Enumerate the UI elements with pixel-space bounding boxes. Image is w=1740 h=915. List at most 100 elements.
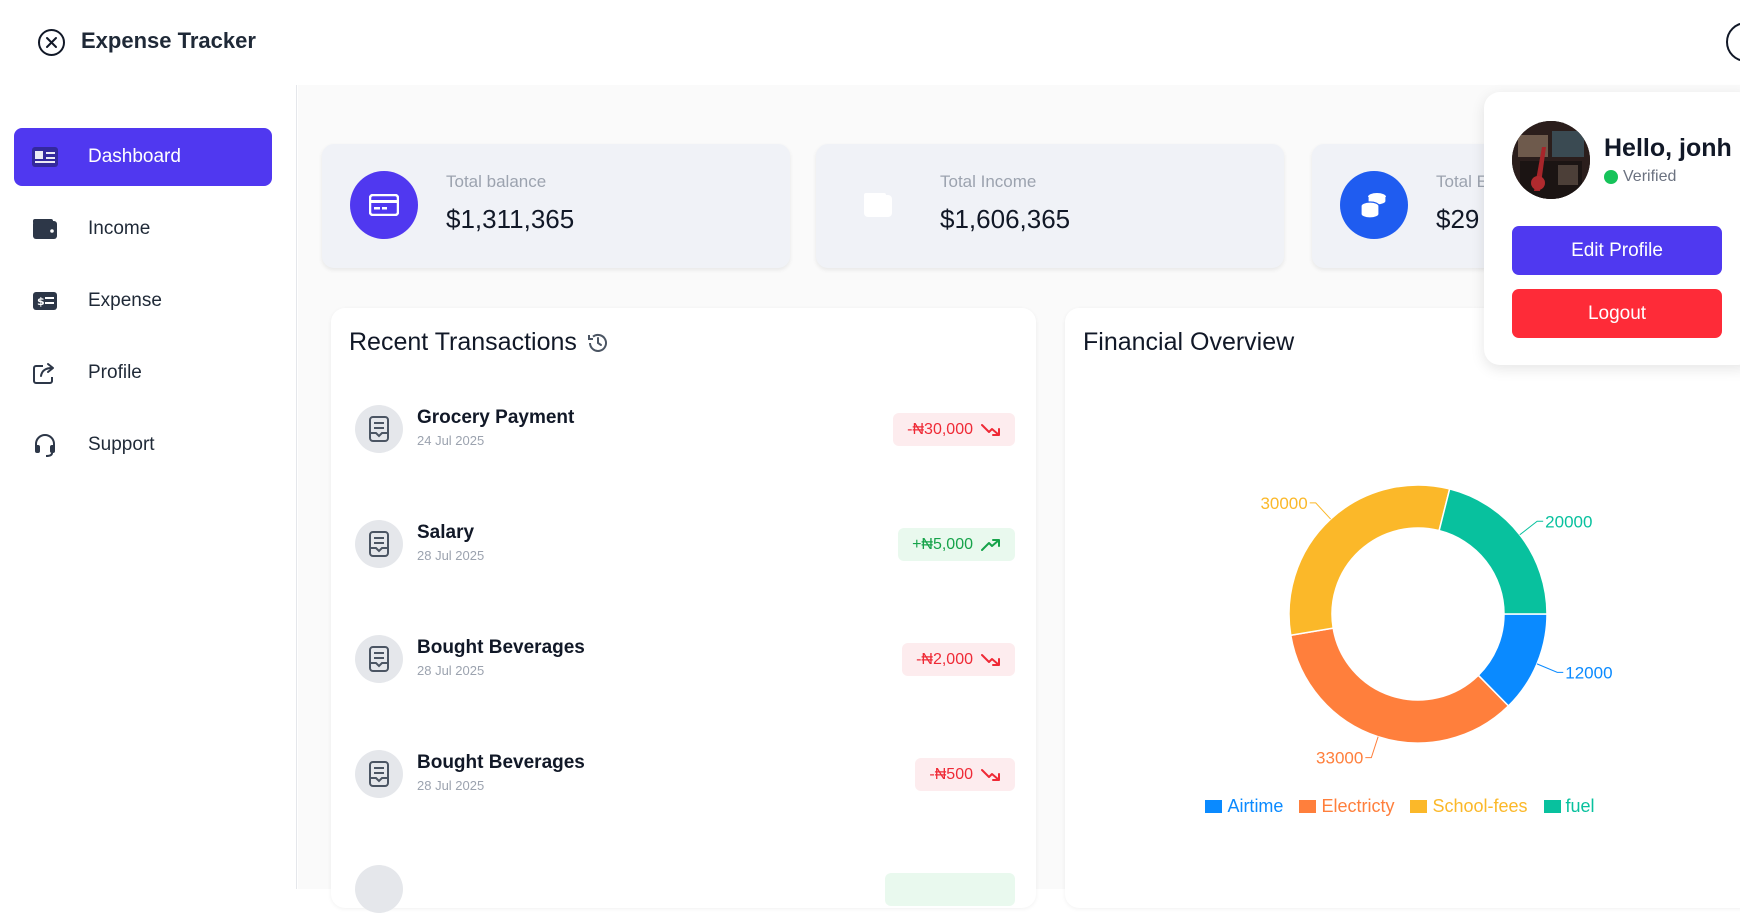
legend-item[interactable]: School-fees (1410, 796, 1528, 817)
stat-value: $1,311,365 (446, 204, 575, 234)
stat-label: Total E (1436, 172, 1488, 191)
label-leader-line (1309, 502, 1331, 520)
transaction-amount-badge: -₦500 (915, 758, 1015, 791)
coins-icon (1340, 171, 1408, 239)
receipt-icon (355, 865, 403, 913)
data-label: 12000 (1565, 663, 1612, 682)
edit-profile-button[interactable]: Edit Profile (1512, 226, 1722, 275)
history-icon (587, 332, 609, 354)
legend-label: fuel (1565, 796, 1595, 816)
receipt-icon (355, 750, 403, 798)
legend-label: Airtime (1227, 796, 1284, 816)
legend-item[interactable]: fuel (1543, 796, 1595, 817)
app-title: Expense Tracker (81, 28, 256, 53)
transaction-amount: -₦2,000 (916, 650, 973, 668)
transaction-amount-badge (885, 873, 1015, 906)
chart-legend: Airtime Electricty School-fees fuel (1065, 796, 1735, 817)
stat-label: Total balance (446, 172, 547, 191)
dashboard-icon (32, 144, 58, 170)
transaction-title: Salary (417, 522, 475, 543)
financial-overview-panel: Financial Overview 12000 33000 30000 20000 … (1065, 308, 1740, 908)
verified-label: Verified (1623, 168, 1677, 185)
transaction-amount: -₦30,000 (907, 420, 973, 438)
receipt-icon (355, 405, 403, 453)
donut-slice-school-fees[interactable] (1288, 484, 1451, 637)
wallet-icon (844, 171, 912, 239)
verified-status: Verified (1604, 168, 1676, 186)
transaction-amount-badge: +₦5,000 (898, 528, 1015, 561)
stat-card-balance: Total balance $1,311,365 (322, 144, 790, 268)
credit-card-icon (350, 171, 418, 239)
transaction-date: 28 Jul 2025 (417, 548, 485, 563)
transaction-title: Bought Beverages (417, 637, 585, 658)
panel-title: Recent Transactions (349, 328, 609, 357)
money-icon: $ (32, 288, 58, 314)
label-leader-line (1536, 663, 1564, 673)
stat-value: $1,606,365 (940, 204, 1071, 234)
transaction-row[interactable]: Grocery Payment 24 Jul 2025 -₦30,000 (355, 403, 1015, 455)
transaction-amount-badge: -₦30,000 (893, 413, 1015, 446)
legend-item[interactable]: Airtime (1205, 796, 1283, 817)
close-icon[interactable] (38, 29, 65, 56)
trend-up-icon (981, 538, 1001, 552)
label-leader-line (1519, 520, 1544, 536)
transaction-amount-badge: -₦2,000 (902, 643, 1015, 676)
legend-swatch (1299, 800, 1317, 813)
legend-label: Electricty (1321, 796, 1395, 816)
avatar[interactable] (1512, 121, 1590, 199)
transaction-date: 28 Jul 2025 (417, 663, 485, 678)
stat-card-income: Total Income $1,606,365 (816, 144, 1284, 268)
stat-label: Total Income (940, 172, 1037, 191)
data-label: 20000 (1545, 512, 1592, 531)
wallet-icon (32, 216, 58, 242)
trend-down-icon (981, 768, 1001, 782)
financial-overview-title: Financial Overview (1083, 328, 1295, 356)
sidebar-item-label: Dashboard (88, 146, 181, 167)
transaction-title: Bought Beverages (417, 752, 585, 773)
sidebar-item-income[interactable]: Income (14, 200, 272, 258)
transaction-row[interactable] (355, 863, 1015, 915)
status-dot-icon (1604, 170, 1618, 184)
trend-down-icon (981, 423, 1001, 437)
sidebar-item-expense[interactable]: $ Expense (14, 272, 272, 330)
legend-label: School-fees (1432, 796, 1528, 816)
legend-swatch (1205, 800, 1223, 813)
transaction-title: Grocery Payment (417, 407, 575, 428)
sidebar-item-dashboard[interactable]: Dashboard (14, 128, 272, 186)
recent-transactions-panel: Recent Transactions Grocery Payment 24 J… (331, 308, 1036, 913)
donut-slice-electricty[interactable] (1289, 627, 1510, 744)
svg-text:$: $ (37, 295, 45, 308)
recent-transactions-title: Recent Transactions (349, 328, 577, 356)
legend-swatch (1543, 800, 1561, 813)
label-leader-line (1365, 736, 1379, 759)
transaction-row[interactable]: Bought Beverages 28 Jul 2025 -₦500 (355, 748, 1015, 800)
sidebar-item-label: Income (88, 218, 151, 239)
menu-toggle-button[interactable] (1726, 22, 1740, 62)
data-label: 30000 (1260, 494, 1307, 513)
transaction-amount: -₦500 (929, 765, 973, 783)
transaction-date: 28 Jul 2025 (417, 778, 485, 793)
profile-greeting: Hello, jonh (1604, 134, 1732, 162)
transaction-date: 24 Jul 2025 (417, 433, 485, 448)
profile-popover: Hello, jonh Verified Edit Profile Logout (1484, 92, 1740, 365)
transaction-amount: +₦5,000 (912, 535, 973, 553)
sidebar: Dashboard Income $ Expense Profile Suppo… (0, 85, 297, 889)
receipt-icon (355, 520, 403, 568)
data-label: 33000 (1316, 749, 1363, 768)
logout-button[interactable]: Logout (1512, 289, 1722, 338)
share-icon (32, 360, 58, 386)
headset-icon (32, 432, 58, 458)
receipt-icon (355, 635, 403, 683)
donut-slice-fuel[interactable] (1438, 488, 1548, 615)
sidebar-item-label: Profile (88, 362, 142, 383)
sidebar-item-profile[interactable]: Profile (14, 344, 272, 402)
sidebar-item-support[interactable]: Support (14, 416, 272, 474)
stat-value: $29 (1436, 204, 1480, 234)
transaction-row[interactable]: Bought Beverages 28 Jul 2025 -₦2,000 (355, 633, 1015, 685)
sidebar-item-label: Support (88, 434, 155, 455)
legend-item[interactable]: Electricty (1299, 796, 1394, 817)
donut-chart: 12000 33000 30000 20000 (1260, 484, 1613, 768)
sidebar-item-label: Expense (88, 290, 162, 311)
legend-swatch (1410, 800, 1428, 813)
transaction-row[interactable]: Salary 28 Jul 2025 +₦5,000 (355, 518, 1015, 570)
